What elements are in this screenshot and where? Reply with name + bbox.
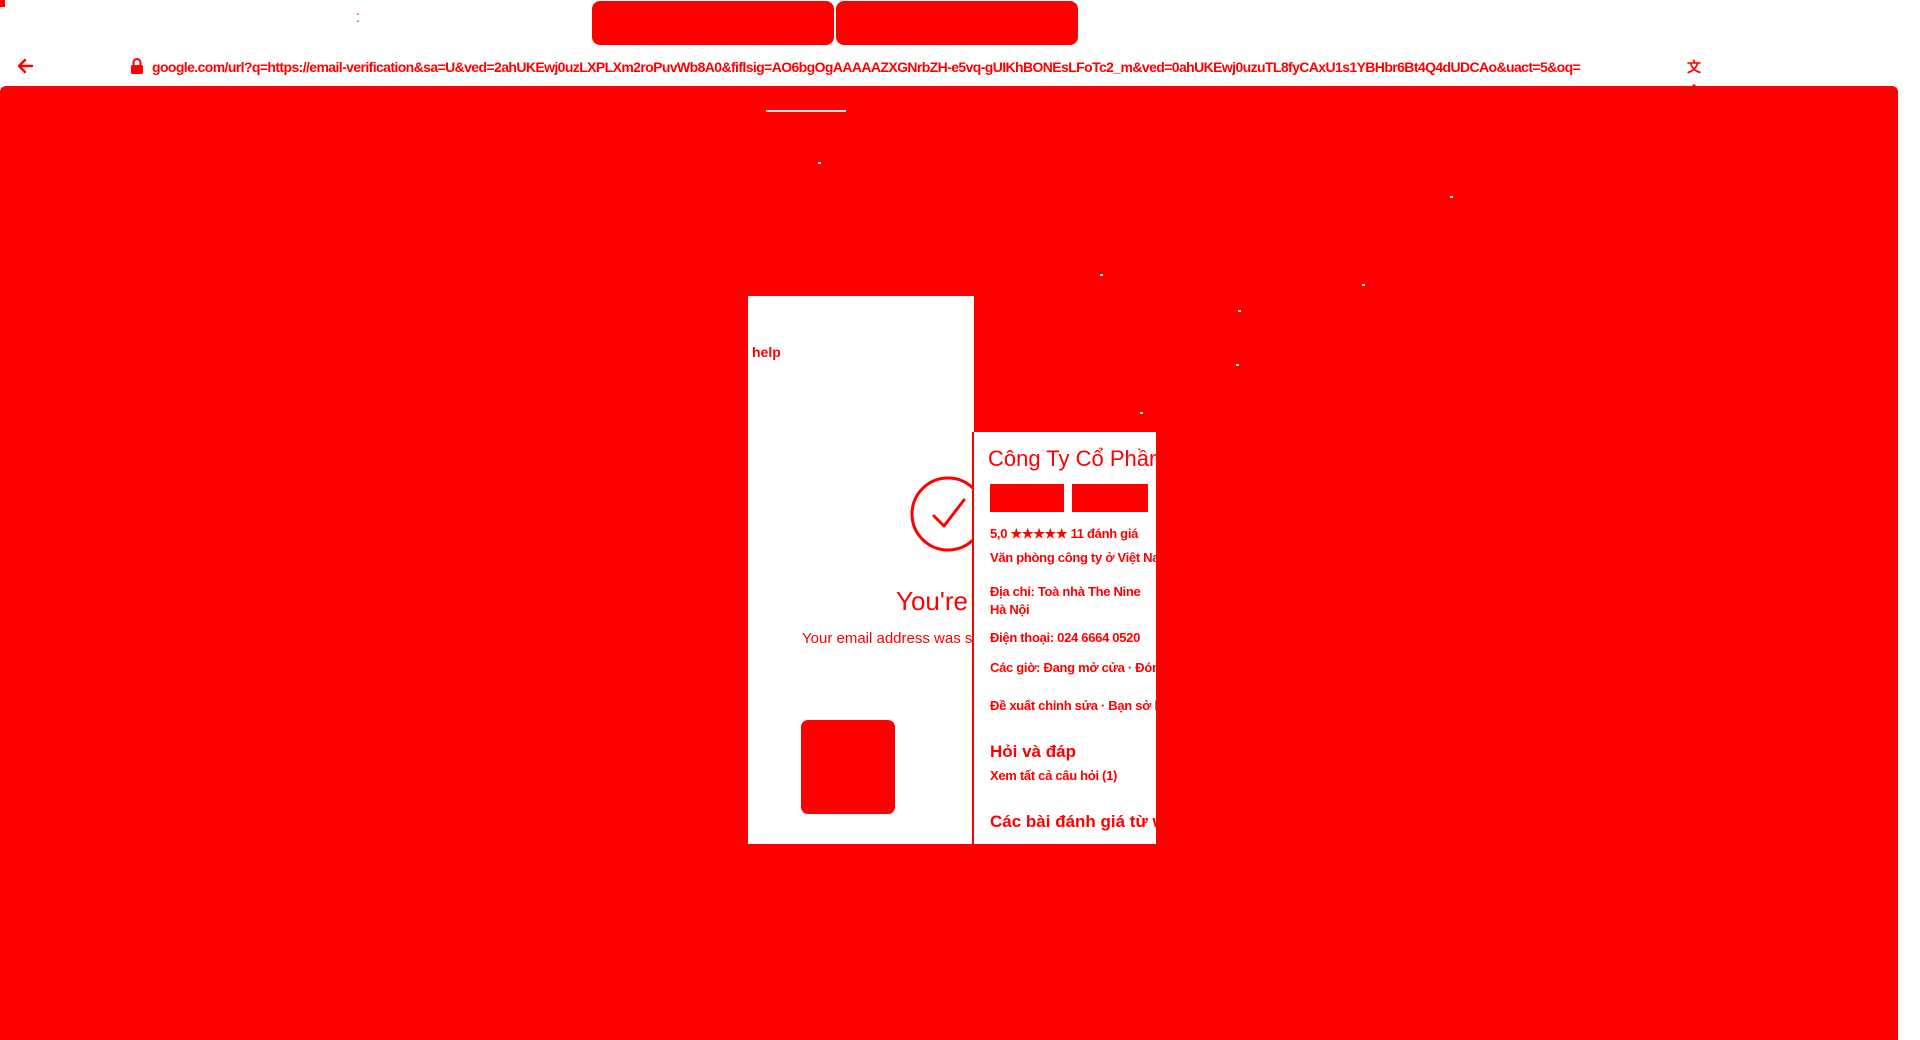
qa-heading: Hỏi và đáp [990, 742, 1076, 761]
suggest-edit-link[interactable]: Đề xuất chỉnh sửa · Bạn sở hữu [990, 698, 1156, 713]
business-info-panel: Công Ty Cổ Phần 5,0 ★★★★★ 11 đánh giá Vă… [972, 432, 1156, 844]
speck [1140, 412, 1143, 414]
browser-tab[interactable] [836, 1, 1078, 45]
website-button[interactable] [990, 484, 1064, 512]
loading-indicator-icon: ⁚ [356, 11, 360, 25]
arrow-left-icon [17, 58, 34, 74]
speck [818, 162, 821, 164]
business-category: Văn phòng công ty ở Việt Nam [990, 550, 1156, 565]
help-link[interactable]: help [752, 344, 781, 360]
address-bar: google.com/url?q=https://email-verificat… [0, 50, 1920, 97]
qa-link[interactable]: Xem tất cả câu hỏi (1) [990, 768, 1117, 783]
business-phone[interactable]: Điện thoại: 024 6664 0520 [990, 630, 1140, 645]
directions-button[interactable] [1072, 484, 1148, 512]
business-hours[interactable]: Các giờ: Đang mở cửa · Đóng cửa [990, 660, 1156, 675]
translate-icon[interactable]: 文A [1683, 56, 1705, 97]
back-button[interactable] [12, 53, 38, 79]
speck [1362, 284, 1365, 286]
speck [1236, 364, 1239, 366]
reviews-heading: Các bài đánh giá từ web [990, 812, 1156, 831]
window-corner-mark [0, 0, 5, 7]
speck [1238, 310, 1241, 312]
speck [1100, 274, 1103, 276]
continue-button[interactable] [801, 720, 895, 814]
rating-line: 5,0 ★★★★★ 11 đánh giá [990, 526, 1139, 541]
browser-tab-strip: ⁚ [0, 0, 1920, 50]
url-field[interactable]: google.com/url?q=https://email-verificat… [152, 56, 1712, 78]
divider [766, 110, 846, 112]
speck [1450, 196, 1453, 198]
verification-card: help You're in! Your email address was s… [748, 296, 1102, 844]
business-city: Hà Nội [990, 602, 1030, 617]
browser-tab[interactable] [592, 1, 834, 45]
business-address: Địa chỉ: Toà nhà The Nine [990, 584, 1141, 599]
business-name: Công Ty Cổ Phần [988, 446, 1156, 471]
lock-icon [131, 58, 143, 74]
